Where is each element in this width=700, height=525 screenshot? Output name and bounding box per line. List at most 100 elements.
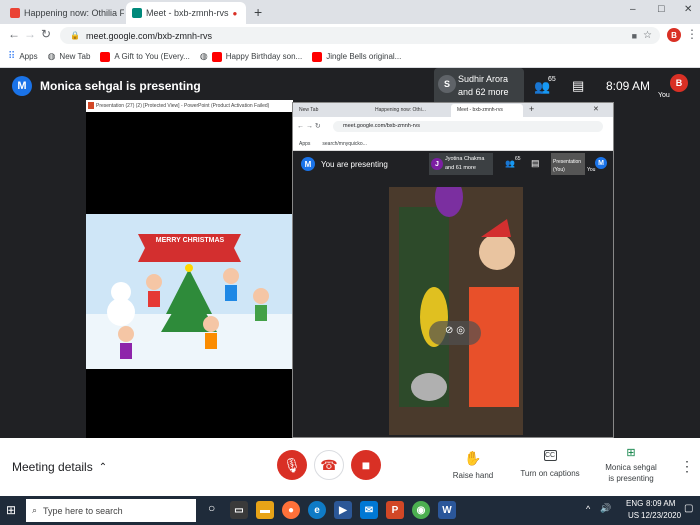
chat-icon[interactable]: ▤ <box>572 78 584 94</box>
inner-back-icon[interactable]: ← → ↻ <box>297 122 321 130</box>
bookmark-birthday[interactable]: ◍ Happy Birthday son... <box>200 51 302 62</box>
tab-happening-now[interactable]: Happening now: Othilia Fernand... ✕ <box>4 2 124 24</box>
tray-chevron-icon[interactable]: ^ <box>586 504 590 514</box>
bookmark-new-tab[interactable]: ◍ New Tab <box>48 51 91 62</box>
inner-presentation-you: (You) <box>553 167 565 173</box>
powerpoint-taskbar-icon[interactable]: P <box>386 501 404 519</box>
inner-new-tab-icon[interactable]: + <box>529 104 534 114</box>
forward-icon[interactable]: → <box>24 27 36 41</box>
mic-off-button[interactable]: 🎙 <box>277 450 307 480</box>
participant-name: Sudhir Arora <box>458 74 509 84</box>
raise-hand-button[interactable]: ✋ Raise hand <box>449 450 497 480</box>
profile-avatar[interactable]: B <box>667 28 681 42</box>
mail-icon[interactable]: ✉ <box>360 501 378 519</box>
hang-up-icon: ☎ <box>320 456 338 473</box>
inner-self-avatar[interactable]: M <box>595 157 607 169</box>
bookmarks-bar: ⠿ Apps ◍ New Tab A Gift to You (Every...… <box>0 46 700 68</box>
inner-url[interactable]: meet.google.com/bxb-zmnh-rvs <box>333 121 603 132</box>
more-options-icon[interactable]: ⋮ <box>680 458 694 475</box>
firefox-icon[interactable]: ● <box>282 501 300 519</box>
gmail-icon <box>10 8 20 18</box>
word-icon[interactable]: W <box>438 501 456 519</box>
speaker-icon[interactable]: 🔊 <box>600 503 611 514</box>
youtube-icon <box>100 51 111 62</box>
presenting-line1: Monica sehgal <box>605 463 657 472</box>
powerpoint-window: Presentation (27) (2) [Protected View] -… <box>86 100 293 438</box>
edge-icon[interactable]: e <box>308 501 326 519</box>
maximize-icon[interactable]: □ <box>658 3 665 15</box>
taskbar-search[interactable]: ⌕ Type here to search <box>26 499 196 522</box>
search-placeholder: Type here to search <box>43 505 123 516</box>
mic-off-icon: 🎙 <box>283 456 301 473</box>
video-controls-overlay[interactable]: ⊘ ◎ <box>429 321 481 345</box>
inner-close-icon[interactable]: ✕ <box>593 105 599 113</box>
file-explorer-icon[interactable]: ▬ <box>256 501 274 519</box>
language-code[interactable]: ENG <box>626 499 643 508</box>
address-bar[interactable]: 🔒 meet.google.com/bxb-zmnh-rvs ■ ☆ <box>60 27 660 44</box>
participant-tile[interactable]: S Sudhir Arora and 62 more <box>434 68 524 106</box>
back-icon[interactable]: ← <box>8 27 20 41</box>
bookmark-apps[interactable]: ⠿ Apps <box>8 51 38 62</box>
inner-bookmark[interactable]: Apps <box>299 141 310 150</box>
presenting-line2: is presenting <box>608 474 654 483</box>
ppt-title-bar: Presentation (27) (2) [Protected View] -… <box>86 100 293 112</box>
taskbar-time[interactable]: 8:09 AM <box>646 499 675 508</box>
people-count: 65 <box>548 76 556 83</box>
bookmark-label: Apps <box>19 52 38 61</box>
windows-start-icon[interactable]: ⊞ <box>6 503 16 517</box>
bookmark-label: Happy Birthday son... <box>225 52 303 61</box>
task-view-icon[interactable]: ▭ <box>230 501 248 519</box>
leave-call-button[interactable]: ☎ <box>314 450 344 480</box>
windows-taskbar: ⊞ ⌕ Type here to search ○ ▭ ▬ ● e ▶ ✉ P … <box>0 496 700 525</box>
inner-tab-meet[interactable]: Meet - bxb-zmnh-rvs <box>451 104 523 117</box>
captions-button[interactable]: CC Turn on captions <box>520 450 580 478</box>
notification-icon[interactable]: ▢ <box>684 503 693 514</box>
participant-more: and 62 more <box>458 87 509 97</box>
inner-meet: M You are presenting J Jyotina Chakma an… <box>293 151 613 437</box>
minimize-icon[interactable]: – <box>630 4 636 15</box>
media-player-icon[interactable]: ▶ <box>334 501 352 519</box>
tab-meet[interactable]: Meet - bxb-zmnh-rvs ● ✕ <box>126 2 246 24</box>
camera-off-button[interactable]: ■ <box>351 450 381 480</box>
inner-participant-name: Jyotina Chakma <box>445 156 485 162</box>
inner-tab-happening[interactable]: Happening now: Othi... <box>375 107 426 113</box>
chrome-icon[interactable]: ◉ <box>412 501 430 519</box>
url-text: meet.google.com/bxb-zmnh-rvs <box>85 30 213 41</box>
new-tab-icon[interactable]: + <box>254 4 262 20</box>
bookmark-gift[interactable]: A Gift to You (Every... <box>100 51 190 62</box>
meeting-details-button[interactable]: Meeting details ⌃ <box>12 460 107 474</box>
cortana-icon[interactable]: ○ <box>208 501 215 515</box>
apps-grid-icon: ⠿ <box>8 51 16 62</box>
bookmark-label: A Gift to You (Every... <box>114 52 190 61</box>
child-video-image <box>389 187 523 435</box>
inner-presentation-thumb[interactable]: Presentation (You) <box>551 153 585 175</box>
present-icon: ⊞ <box>626 447 636 459</box>
inner-people-icon[interactable]: 👥 <box>505 159 515 168</box>
presenter-avatar: M <box>12 76 32 96</box>
inner-presenter-avatar: M <box>301 157 315 171</box>
ppt-title: Presentation (27) (2) [Protected View] -… <box>96 103 270 109</box>
bookmark-jingle[interactable]: Jingle Bells original... <box>312 51 401 62</box>
inner-chat-icon[interactable]: ▤ <box>531 158 540 169</box>
inner-participant-avatar: J <box>431 158 443 170</box>
inner-meet-header: M You are presenting J Jyotina Chakma an… <box>293 151 613 177</box>
powerpoint-icon <box>88 102 94 109</box>
inner-tab-new-tab[interactable]: New Tab <box>299 107 318 113</box>
youtube-icon <box>312 51 323 62</box>
inner-bookmark[interactable]: search/mnyquicko... <box>322 141 366 150</box>
menu-dots-icon[interactable]: ⋮ <box>686 27 698 41</box>
presenting-button[interactable]: ⊞ Monica sehgal is presenting <box>600 446 662 483</box>
close-icon[interactable]: ✕ <box>245 8 246 19</box>
inner-participant-tile[interactable]: J Jyotina Chakma and 61 more <box>429 153 493 175</box>
inner-presenting-text: You are presenting <box>321 160 388 169</box>
camera-icon[interactable]: ■ <box>632 31 637 41</box>
meet-icon <box>132 8 142 18</box>
star-icon[interactable]: ☆ <box>643 30 652 41</box>
close-window-icon[interactable]: ✕ <box>684 4 692 15</box>
tab-label: Meet - bxb-zmnh-rvs <box>146 8 229 18</box>
inner-bookmarks: Apps search/mnyquicko... <box>293 137 613 151</box>
self-avatar[interactable]: B <box>670 74 688 92</box>
meet-control-bar: Meeting details ⌃ 🎙 ☎ ■ ✋ Raise hand CC … <box>0 438 700 496</box>
reload-icon[interactable]: ↻ <box>41 27 51 41</box>
chevron-up-icon: ⌃ <box>98 461 108 473</box>
